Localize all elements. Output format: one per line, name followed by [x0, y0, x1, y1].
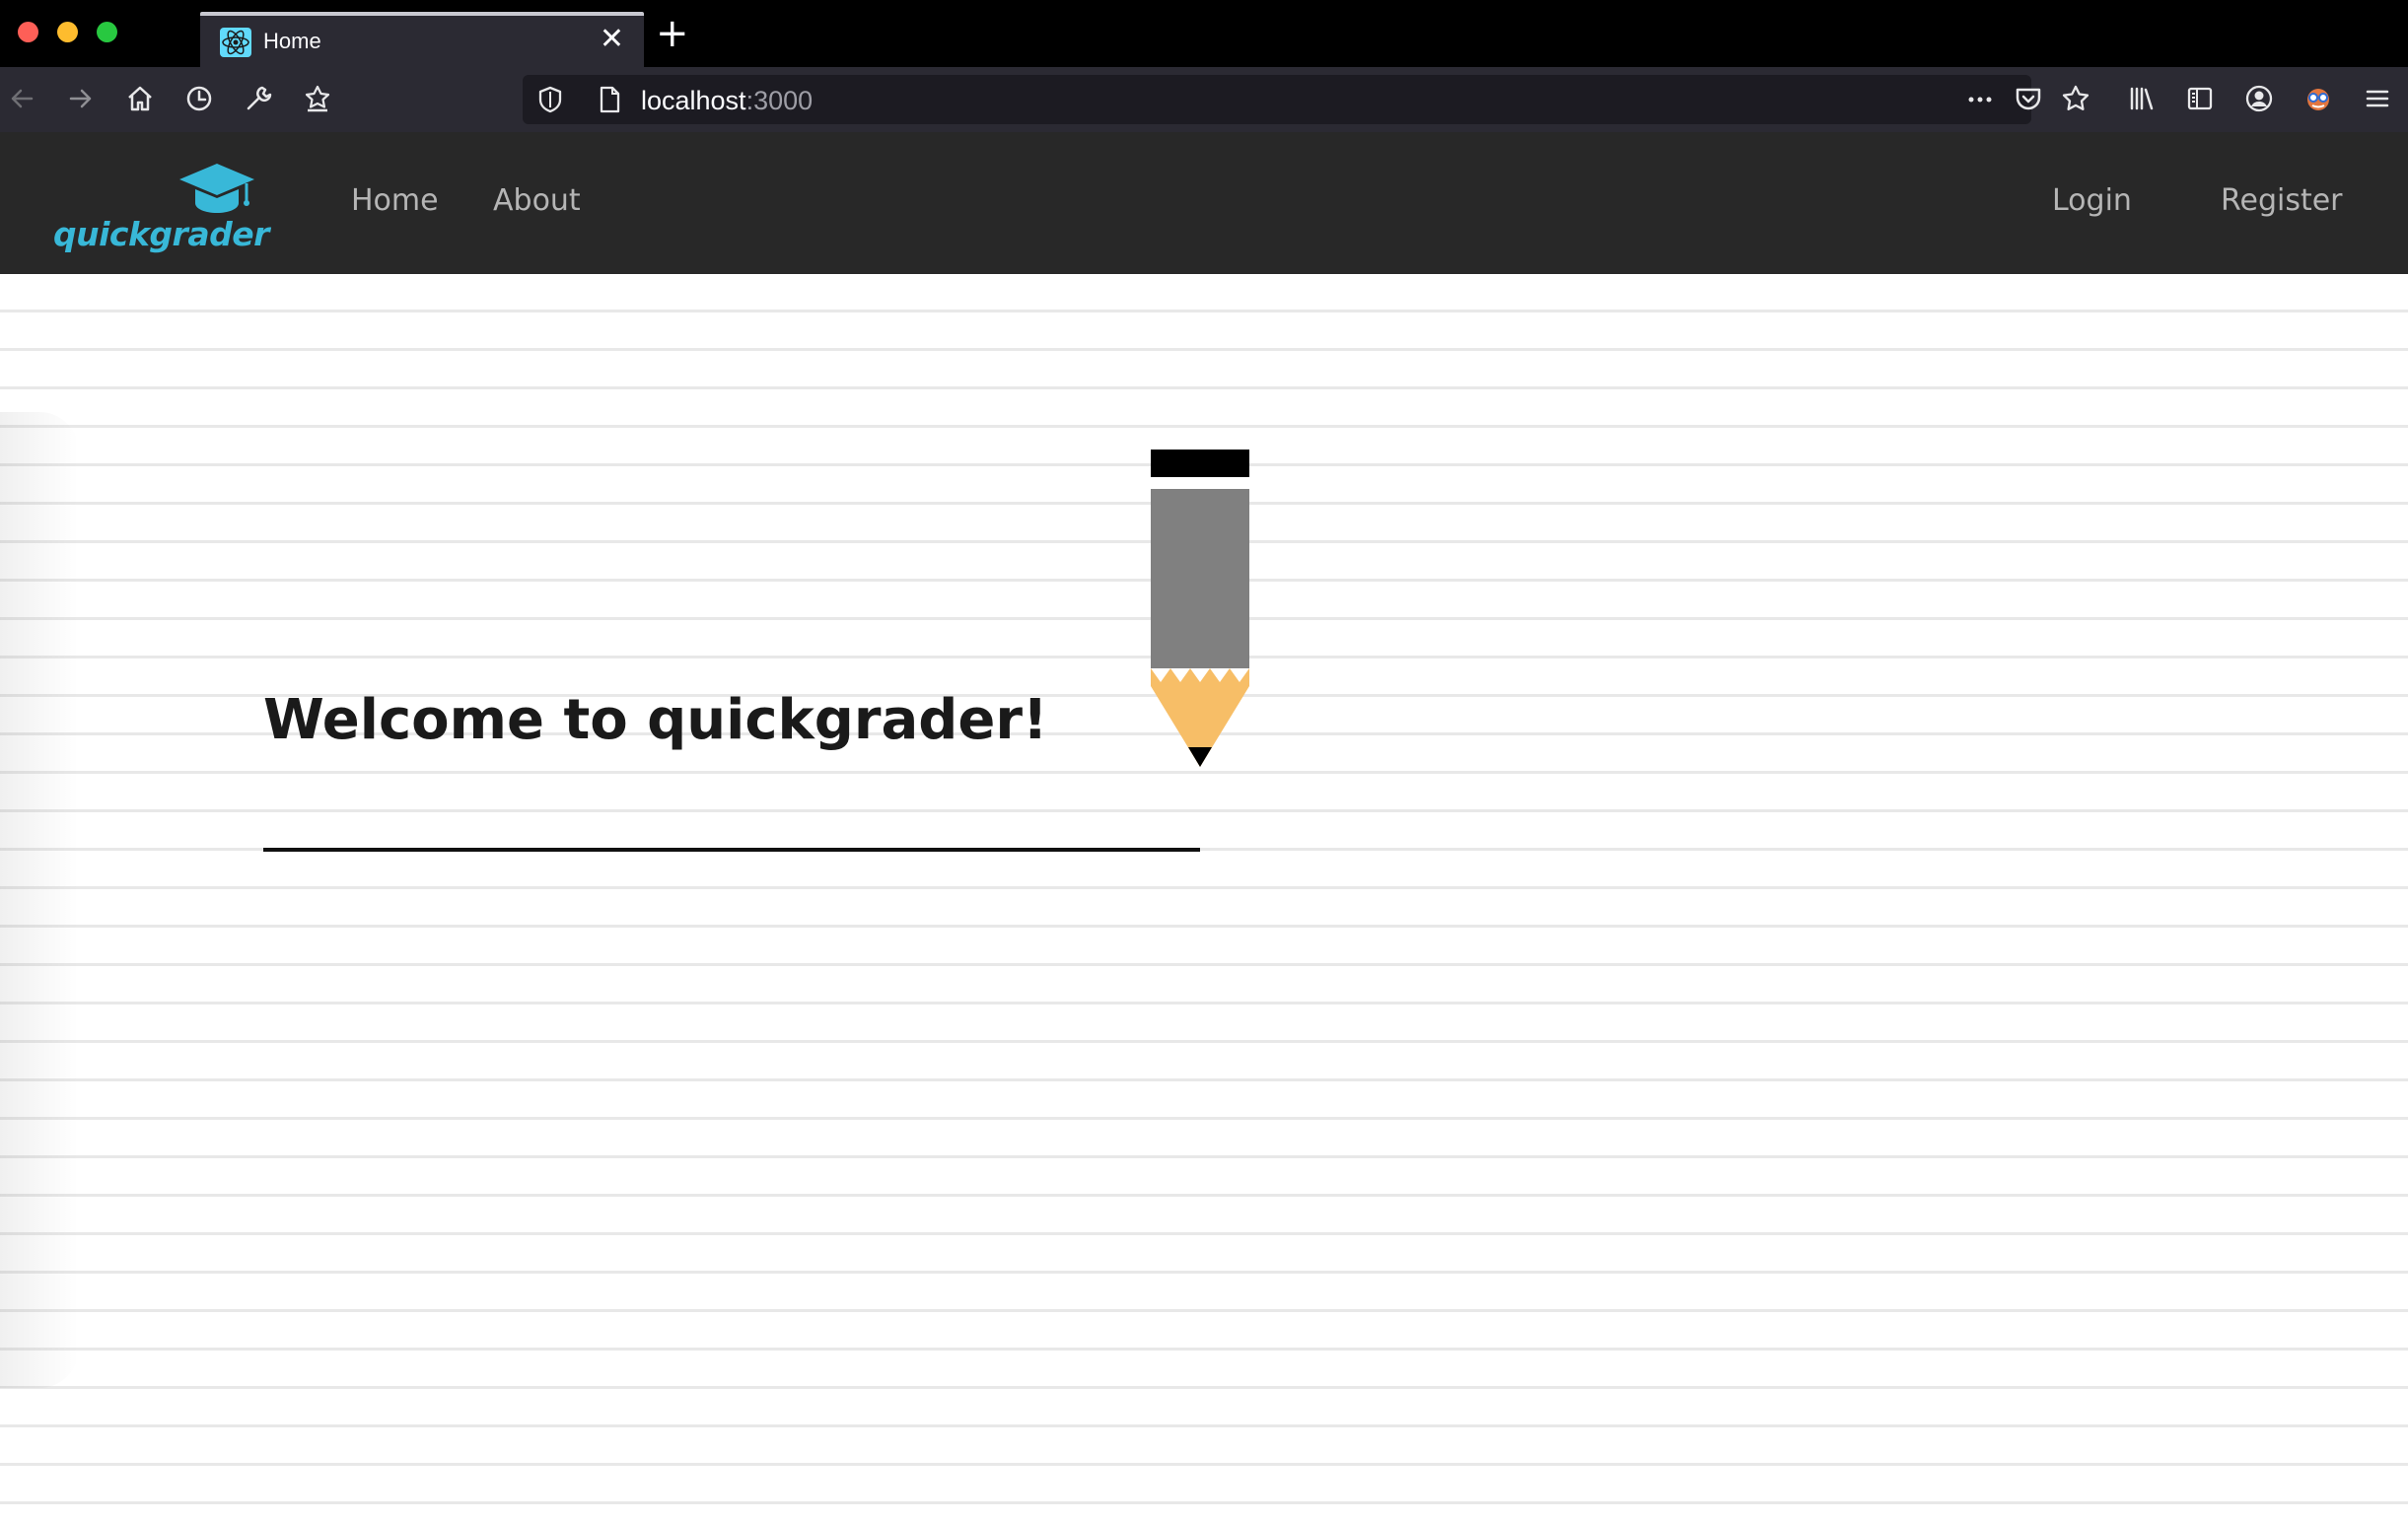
- nav-link-about[interactable]: About: [493, 183, 581, 218]
- library-icon[interactable]: [2124, 81, 2160, 116]
- bookmark-add-icon[interactable]: [300, 81, 335, 116]
- url-port: :3000: [745, 86, 814, 115]
- app-navbar: quickgrader Home About Login Register: [0, 132, 2408, 274]
- forward-icon[interactable]: [63, 81, 99, 116]
- page-margin-shadow: [0, 412, 79, 1388]
- account-icon[interactable]: [2241, 81, 2277, 116]
- url-host: localhost: [641, 86, 746, 115]
- close-tab-icon[interactable]: ✕: [600, 25, 624, 54]
- extension-icon[interactable]: [2301, 81, 2336, 116]
- url-text[interactable]: localhost:3000: [641, 86, 813, 116]
- heading-underline: [263, 848, 1200, 852]
- graduation-cap-icon: [179, 164, 254, 213]
- react-favicon-icon: [220, 28, 251, 57]
- url-bar[interactable]: localhost:3000: [523, 75, 2031, 124]
- quickgrader-logo[interactable]: quickgrader: [53, 158, 269, 256]
- logo-text: quickgrader: [53, 215, 269, 253]
- browser-tabbar: Home ✕ +: [0, 0, 2408, 67]
- close-window-button[interactable]: [18, 22, 38, 42]
- page-icon: [592, 82, 627, 117]
- history-icon[interactable]: [181, 81, 217, 116]
- main-content: Welcome to quickgrader!: [0, 274, 2408, 1524]
- home-icon[interactable]: [122, 81, 158, 116]
- tab-title: Home: [263, 29, 321, 53]
- menu-icon[interactable]: [2360, 81, 2395, 116]
- register-link[interactable]: Register: [2221, 183, 2343, 218]
- pocket-icon[interactable]: [2011, 81, 2046, 116]
- browser-toolbar: localhost:3000: [0, 67, 2408, 132]
- pencil-icon: [1151, 450, 1249, 767]
- minimize-window-button[interactable]: [57, 22, 78, 42]
- login-link[interactable]: Login: [2052, 183, 2132, 218]
- welcome-heading: Welcome to quickgrader!: [263, 688, 1048, 752]
- shield-icon[interactable]: [532, 82, 568, 117]
- more-icon[interactable]: [1962, 82, 1998, 117]
- wrench-icon[interactable]: [241, 81, 276, 116]
- nav-link-home[interactable]: Home: [351, 183, 439, 218]
- browser-tab-home[interactable]: Home ✕: [200, 12, 644, 67]
- star-icon[interactable]: [2058, 81, 2093, 116]
- sidebar-icon[interactable]: [2182, 81, 2218, 116]
- back-icon[interactable]: [4, 81, 39, 116]
- new-tab-icon[interactable]: +: [656, 14, 689, 53]
- maximize-window-button[interactable]: [97, 22, 117, 42]
